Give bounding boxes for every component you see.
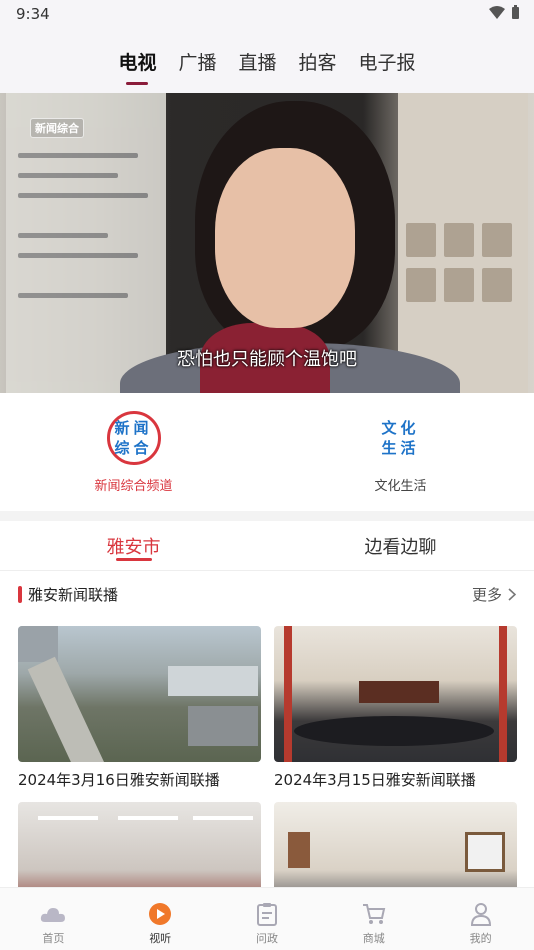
clipboard-icon bbox=[254, 902, 280, 926]
section-title: 雅安新闻联播 bbox=[28, 586, 119, 604]
top-tabs: 电视 广播 直播 拍客 电子报 bbox=[0, 44, 534, 85]
tab-yaan[interactable]: 雅安市 bbox=[0, 521, 267, 570]
play-icon bbox=[147, 902, 173, 926]
video-card-title: 2024年3月16日雅安新闻联播 bbox=[18, 771, 220, 789]
channel-label: 新闻综合频道 bbox=[94, 479, 173, 494]
video-card[interactable]: 2024年3月15日雅安新闻联播 bbox=[274, 626, 517, 790]
more-link[interactable]: 更多 bbox=[472, 584, 516, 605]
status-time: 9:34 bbox=[16, 5, 50, 23]
nav-label: 视听 bbox=[149, 932, 172, 945]
section-header: 雅安新闻联播 更多 bbox=[0, 580, 534, 610]
bottom-nav: 首页 视听 问政 商城 我的 bbox=[0, 887, 534, 950]
video-thumbnail bbox=[18, 626, 261, 762]
nav-label: 问政 bbox=[255, 932, 278, 945]
channel-news[interactable]: 新闻 综合 新闻综合频道 bbox=[0, 393, 267, 511]
tab-tv[interactable]: 电视 bbox=[116, 44, 158, 85]
tab-epaper[interactable]: 电子报 bbox=[357, 44, 418, 85]
tab-watch-chat[interactable]: 边看边聊 bbox=[267, 521, 534, 570]
channel-culture[interactable]: 文化 生活 文化生活 bbox=[267, 393, 534, 511]
channel-watermark: 新闻综合 bbox=[30, 118, 84, 138]
news-channel-logo: 新闻 综合 bbox=[106, 411, 161, 465]
battery-icon bbox=[512, 5, 519, 19]
nav-audio-video[interactable]: 视听 bbox=[107, 888, 214, 950]
nav-label: 首页 bbox=[42, 932, 65, 945]
nav-label: 商城 bbox=[362, 932, 385, 945]
sub-tabs: 雅安市 边看边聊 bbox=[0, 521, 534, 571]
tab-radio[interactable]: 广播 bbox=[176, 44, 218, 85]
cloud-icon bbox=[40, 902, 66, 926]
culture-channel-logo: 文化 生活 bbox=[381, 419, 420, 457]
video-thumbnail bbox=[274, 626, 517, 762]
video-subtitle: 恐怕也只能顾个温饱吧 bbox=[177, 349, 357, 370]
more-label: 更多 bbox=[471, 586, 502, 604]
section-divider bbox=[0, 511, 534, 521]
nav-politics[interactable]: 问政 bbox=[214, 888, 321, 950]
user-icon bbox=[468, 902, 494, 926]
channel-list: 新闻 综合 新闻综合频道 文化 生活 文化生活 bbox=[0, 393, 534, 511]
nav-mall[interactable]: 商城 bbox=[320, 888, 427, 950]
app-header: 9:34 电视 广播 直播 拍客 电子报 bbox=[0, 0, 534, 93]
nav-home[interactable]: 首页 bbox=[0, 888, 107, 950]
channel-label: 文化生活 bbox=[374, 479, 427, 494]
video-card-title: 2024年3月15日雅安新闻联播 bbox=[274, 771, 476, 789]
video-card[interactable]: 2024年3月16日雅安新闻联播 bbox=[18, 626, 261, 790]
tab-live[interactable]: 直播 bbox=[236, 44, 278, 85]
status-icons bbox=[489, 5, 520, 20]
nav-profile[interactable]: 我的 bbox=[427, 888, 534, 950]
chevron-right-icon bbox=[508, 588, 516, 601]
wifi-icon bbox=[489, 5, 505, 19]
tab-paike[interactable]: 拍客 bbox=[297, 44, 339, 85]
nav-label: 我的 bbox=[469, 932, 492, 945]
video-player[interactable]: 新闻综合 恐怕也只能顾个温饱吧 bbox=[0, 93, 534, 393]
video-person-face bbox=[215, 148, 355, 328]
section-accent-bar bbox=[18, 586, 22, 603]
cart-icon bbox=[361, 902, 387, 926]
